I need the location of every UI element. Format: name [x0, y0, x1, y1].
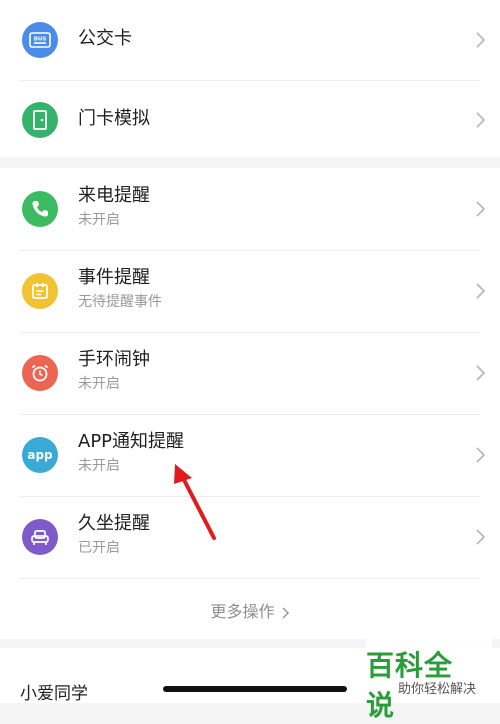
phone-icon — [22, 191, 58, 227]
band-alarm-row[interactable]: 手环闹钟 未开启 — [0, 332, 500, 414]
chevron-right-icon — [476, 447, 486, 463]
event-reminder-row[interactable]: 事件提醒 无待提醒事件 — [0, 250, 500, 332]
band-alarm-label: 手环闹钟 — [78, 349, 150, 370]
reminders-group: 来电提醒 未开启 事件提醒 无待提醒事件 手环闹钟 未开启 app APP通知提… — [0, 168, 500, 639]
bus-card-label: 公交卡 — [78, 28, 132, 49]
more-actions-button[interactable]: 更多操作 — [0, 578, 500, 643]
call-reminder-status: 未开启 — [78, 212, 120, 228]
sedentary-reminder-row[interactable]: 久坐提醒 已开启 — [0, 496, 500, 578]
app-notification-status: 未开启 — [78, 458, 120, 474]
chevron-right-icon — [476, 112, 486, 128]
more-actions-label: 更多操作 — [210, 602, 275, 621]
event-reminder-status: 无待提醒事件 — [78, 294, 162, 310]
svg-text:app: app — [27, 448, 53, 462]
app-icon: app — [22, 437, 58, 473]
event-reminder-label: 事件提醒 — [78, 267, 150, 288]
app-notification-row[interactable]: app APP通知提醒 未开启 — [0, 414, 500, 496]
bus-card-row[interactable]: BUS 公交卡 — [0, 0, 500, 80]
calendar-icon — [22, 273, 58, 309]
annotation-arrow-icon — [174, 464, 216, 540]
band-alarm-status: 未开启 — [78, 376, 120, 392]
xiaoai-label: 小爱同学 — [20, 684, 88, 704]
chevron-right-icon — [476, 365, 486, 381]
bus-card-icon: BUS — [22, 22, 58, 58]
sedentary-reminder-label: 久坐提醒 — [78, 513, 150, 534]
door-card-row[interactable]: 门卡模拟 — [0, 80, 500, 160]
chevron-right-icon — [476, 201, 486, 217]
app-notification-label: APP通知提醒 — [78, 431, 185, 452]
chevron-right-icon — [476, 529, 486, 545]
home-indicator[interactable] — [163, 686, 347, 692]
chevron-right-icon — [281, 606, 289, 619]
sedentary-reminder-status: 已开启 — [78, 540, 120, 556]
alarm-clock-icon — [22, 355, 58, 391]
call-reminder-row[interactable]: 来电提醒 未开启 — [0, 168, 500, 250]
watermark-logo: 百科全说 助你轻松解决 — [366, 638, 492, 722]
chevron-right-icon — [476, 32, 486, 48]
cards-group: BUS 公交卡 门卡模拟 — [0, 0, 500, 157]
svg-text:BUS: BUS — [34, 37, 47, 43]
chevron-right-icon — [476, 283, 486, 299]
watermark-subtitle: 助你轻松解决 — [397, 682, 476, 697]
call-reminder-label: 来电提醒 — [78, 185, 150, 206]
armchair-icon — [22, 519, 58, 555]
door-card-label: 门卡模拟 — [78, 108, 150, 129]
door-icon — [22, 102, 58, 138]
